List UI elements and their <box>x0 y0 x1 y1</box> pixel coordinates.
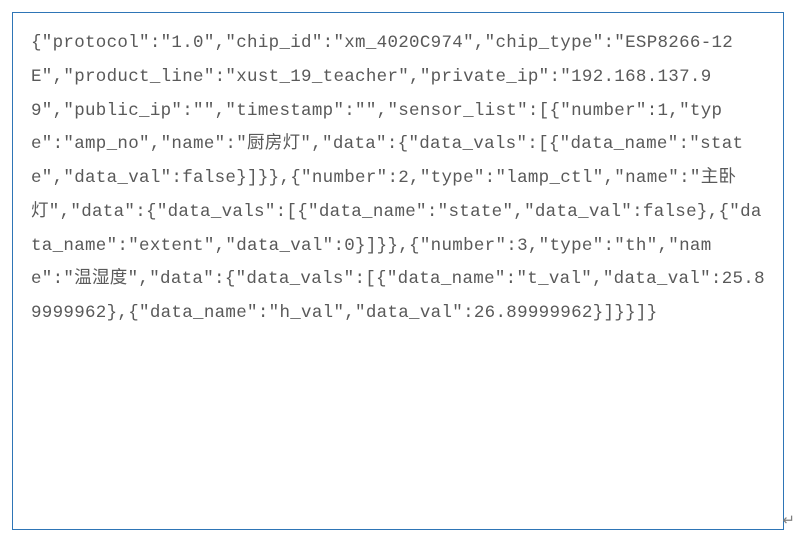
json-code-box: {"protocol":"1.0","chip_id":"xm_4020C974… <box>12 12 784 530</box>
json-code-text: {"protocol":"1.0","chip_id":"xm_4020C974… <box>31 27 765 331</box>
return-cursor-icon: ↵ <box>782 511 795 529</box>
